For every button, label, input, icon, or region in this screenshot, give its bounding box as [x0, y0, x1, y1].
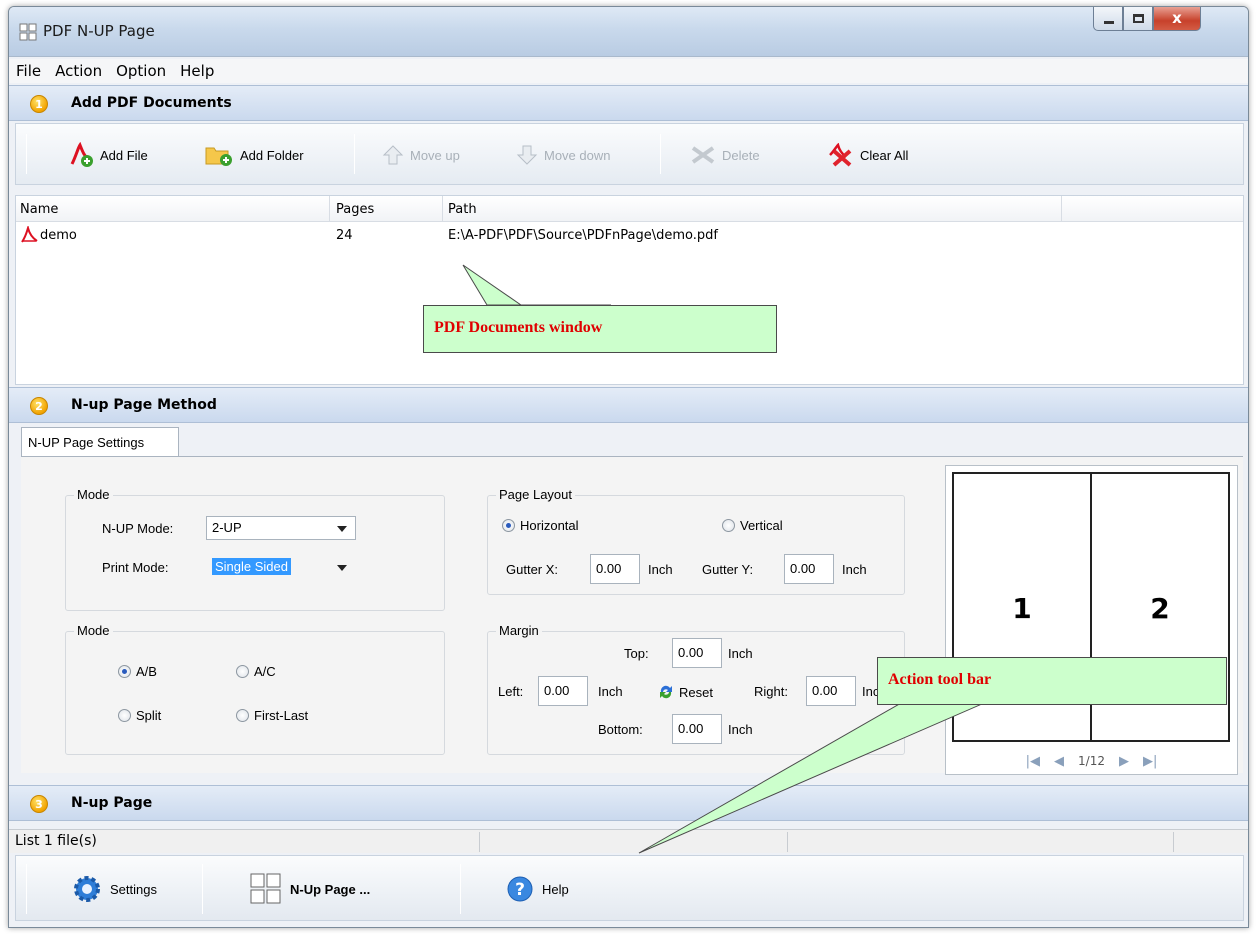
callout-pointers	[462, 264, 1022, 854]
callout-documents-window: PDF Documents window	[423, 305, 777, 353]
app-window: PDF N-UP Page x File Action Option Help 1 A…	[8, 6, 1249, 928]
callout-action-toolbar: Action tool bar	[877, 657, 1227, 705]
